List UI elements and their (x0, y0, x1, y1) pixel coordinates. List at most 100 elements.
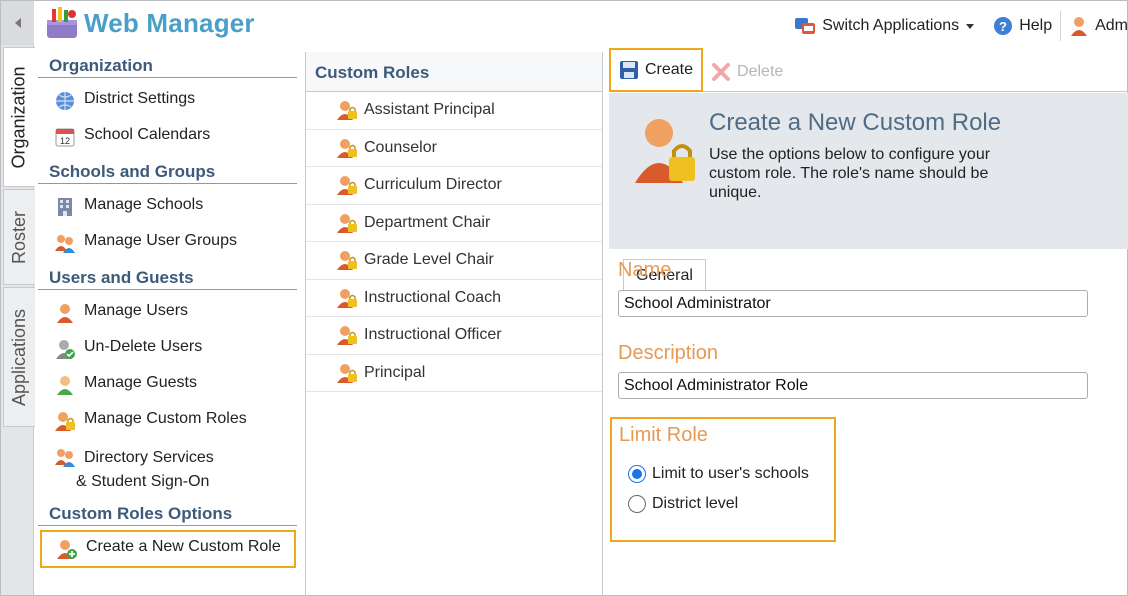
user-icon (57, 304, 73, 323)
custom-roles-list-panel: Custom Roles Assistant Principal Counselo… (305, 52, 603, 596)
nav-item-manage-guests[interactable]: Manage Guests (38, 368, 300, 404)
page-description: Use the options below to configure your … (709, 146, 991, 201)
nav-item-label: School Calendars (84, 126, 211, 143)
list-item-label: Instructional Officer (364, 326, 502, 344)
nav-group-schools-and-groups: Schools and Groups (38, 158, 297, 184)
nav-item-label: Manage Guests (84, 374, 197, 391)
nav-item-label-continued: & Student Sign-On (76, 473, 210, 490)
user-lock-icon (337, 251, 357, 271)
app-title: Web Manager (84, 7, 255, 38)
caret-down-icon (966, 24, 975, 29)
nav-group-custom-roles-options: Custom Roles Options (38, 500, 297, 526)
limit-option-users-schools[interactable]: Limit to user's schools (628, 465, 809, 483)
limit-role-label: Limit Role (619, 424, 708, 446)
delete-button[interactable]: Delete (703, 52, 791, 92)
user-label: Adm (1095, 17, 1128, 34)
create-button-label: Create (645, 60, 694, 78)
list-item-label: Assistant Principal (364, 101, 495, 119)
vertical-tab-strip: Organization Roster Applications (1, 1, 35, 595)
list-item-label: Department Chair (364, 213, 491, 231)
help-link[interactable]: ? Help (985, 10, 1060, 42)
user-lock-icon (337, 176, 357, 196)
list-item[interactable]: Instructional Officer (306, 317, 602, 355)
help-icon: ? (994, 17, 1013, 35)
limit-role-group: Limit Role Limit to user's schools Distr… (610, 417, 836, 542)
user-menu[interactable]: Adm (1061, 10, 1128, 42)
nav-item-manage-users[interactable]: Manage Users (38, 296, 300, 332)
toolbox-logo-icon (47, 7, 77, 38)
sidebar-nav: Organization District Settings 12 School… (38, 52, 300, 596)
nav-group-organization: Organization (38, 52, 297, 78)
list-item[interactable]: Assistant Principal (306, 92, 602, 130)
create-button[interactable]: Create (609, 47, 704, 92)
list-item[interactable]: Grade Level Chair (306, 242, 602, 280)
user-lock-large-icon (635, 119, 695, 183)
tab-organization[interactable]: Organization (3, 47, 35, 187)
nav-item-create-new-custom-role[interactable]: Create a New Custom Role (40, 530, 296, 568)
nav-group-users-and-guests: Users and Guests (38, 264, 297, 290)
switch-apps-icon (795, 18, 816, 34)
user-lock-icon (55, 412, 75, 431)
list-item[interactable]: Principal (306, 355, 602, 392)
name-field-label: Name (618, 259, 672, 281)
guest-icon (57, 376, 73, 395)
nav-item-label: Un-Delete Users (84, 338, 203, 355)
nav-item-label: Create a New Custom Role (86, 538, 281, 555)
tab-applications-label: Applications (9, 308, 29, 406)
tab-roster[interactable]: Roster (3, 189, 35, 285)
list-item[interactable]: Department Chair (306, 205, 602, 242)
radio-label: District level (652, 495, 739, 512)
user-group-icon (55, 235, 75, 253)
nav-item-label: Manage Schools (84, 196, 204, 213)
list-item[interactable]: Instructional Coach (306, 280, 602, 317)
nav-item-label: Manage Users (84, 302, 189, 319)
user-add-icon (57, 540, 77, 559)
save-disk-icon (620, 60, 638, 79)
name-field[interactable] (618, 290, 1088, 317)
limit-option-district-level[interactable]: District level (628, 495, 738, 513)
nav-item-label: District Settings (84, 90, 196, 107)
building-icon (58, 198, 72, 216)
list-item[interactable]: Counselor (306, 130, 602, 167)
user-lock-icon (337, 363, 357, 383)
description-field-label: Description (618, 342, 719, 364)
nav-item-directory-services[interactable]: Directory Services & Student Sign-On (38, 440, 300, 500)
nav-item-manage-custom-roles[interactable]: Manage Custom Roles (38, 404, 300, 440)
list-item-label: Instructional Coach (364, 288, 501, 306)
globe-icon (56, 92, 74, 110)
svg-text:?: ? (999, 19, 1007, 34)
list-item-label: Principal (364, 363, 426, 381)
calendar-icon: 12 (55, 128, 75, 147)
svg-text:12: 12 (60, 136, 70, 146)
role-editor-panel: Create Delete Create a New Custom Role U… (609, 47, 1128, 596)
description-field[interactable] (618, 372, 1088, 399)
nav-item-label: Directory Services (84, 449, 214, 466)
switch-applications-label: Switch Applications (822, 17, 960, 34)
app-logo: Web Manager (44, 6, 255, 40)
nav-item-manage-user-groups[interactable]: Manage User Groups (38, 226, 300, 262)
custom-roles-list: Assistant Principal Counselor Curriculum D… (306, 92, 602, 392)
user-avatar-icon (1071, 17, 1088, 36)
radio-limit-users-schools[interactable] (628, 465, 646, 483)
nav-item-label: Manage User Groups (84, 232, 237, 249)
list-item[interactable]: Curriculum Director (306, 167, 602, 205)
radio-district-level[interactable] (628, 495, 646, 513)
tab-organization-label: Organization (9, 65, 29, 169)
custom-roles-list-header: Custom Roles (306, 52, 602, 92)
tab-roster-label: Roster (9, 210, 30, 264)
user-lock-icon (337, 213, 357, 233)
tab-applications[interactable]: Applications (3, 287, 35, 427)
nav-item-district-settings[interactable]: District Settings (38, 84, 300, 120)
collapse-panel-button[interactable] (1, 1, 34, 45)
switch-applications-menu[interactable]: Switch Applications (786, 10, 985, 42)
directory-users-icon (55, 449, 75, 467)
nav-item-school-calendars[interactable]: 12 School Calendars (38, 120, 300, 156)
page-title: Create a New Custom Role (709, 109, 1002, 136)
list-item-label: Counselor (364, 138, 437, 156)
delete-button-label: Delete (737, 62, 784, 80)
chevron-left-icon (14, 18, 21, 28)
editor-toolbar: Create Delete (609, 47, 1128, 92)
nav-item-manage-schools[interactable]: Manage Schools (38, 190, 300, 226)
help-label: Help (1019, 17, 1053, 34)
nav-item-undelete-users[interactable]: Un-Delete Users (38, 332, 300, 368)
